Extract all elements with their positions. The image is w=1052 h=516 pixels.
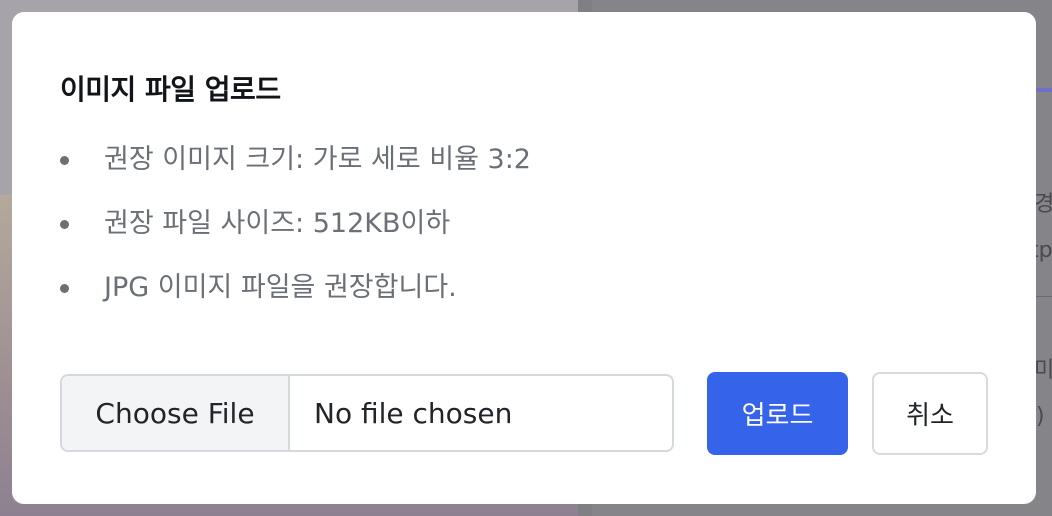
cancel-button[interactable]: 취소 — [872, 372, 988, 455]
upload-guidelines-list: 권장 이미지 크기: 가로 세로 비율 3:2 권장 파일 사이즈: 512KB… — [60, 138, 531, 330]
file-input[interactable]: Choose File No file chosen — [60, 374, 674, 452]
guideline-text: JPG 이미지 파일을 권장합니다. — [104, 272, 457, 303]
choose-file-button[interactable]: Choose File — [62, 376, 290, 450]
guideline-item: 권장 이미지 크기: 가로 세로 비율 3:2 — [60, 138, 531, 202]
background-text-fragment: 경 — [1034, 192, 1052, 217]
image-upload-dialog: 이미지 파일 업로드 권장 이미지 크기: 가로 세로 비율 3:2 권장 파일… — [12, 12, 1036, 504]
guideline-item: 권장 파일 사이즈: 512KB이하 — [60, 202, 531, 266]
guideline-item: JPG 이미지 파일을 권장합니다. — [60, 266, 531, 330]
guideline-text: 권장 이미지 크기: 가로 세로 비율 3:2 — [104, 144, 531, 175]
background-text-fragment: ) — [1036, 404, 1045, 429]
bullet-icon — [60, 156, 69, 165]
upload-button[interactable]: 업로드 — [707, 372, 848, 455]
bullet-icon — [60, 284, 69, 293]
bullet-icon — [60, 220, 69, 229]
file-status-text: No file chosen — [314, 396, 513, 430]
background-text-fragment: 미 — [1034, 358, 1052, 383]
dialog-title: 이미지 파일 업로드 — [60, 73, 281, 106]
guideline-text: 권장 파일 사이즈: 512KB이하 — [104, 208, 451, 239]
